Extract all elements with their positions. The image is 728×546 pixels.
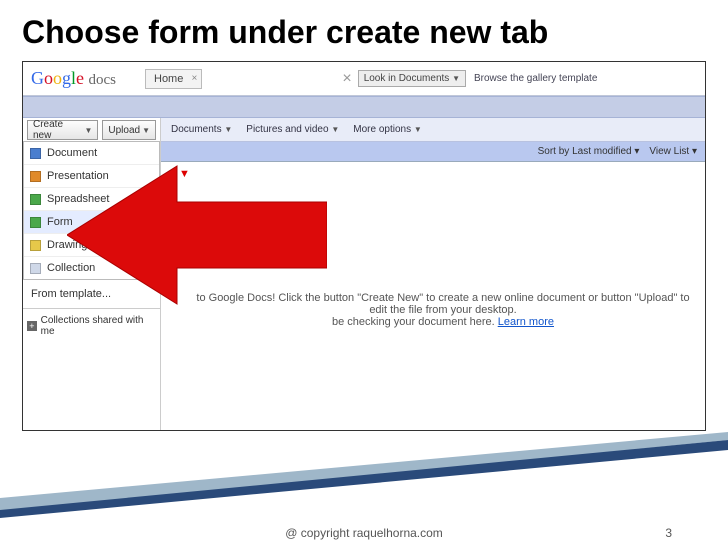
content-row: Document Presentation Spreadsheet Form D…: [23, 142, 705, 430]
learn-more-link[interactable]: Learn more: [498, 316, 554, 328]
menu-item-form[interactable]: Form: [24, 211, 159, 234]
page-number: 3: [665, 526, 672, 540]
filter-pictures[interactable]: Pictures and video ▼: [246, 124, 339, 135]
create-new-button[interactable]: Create new▼: [27, 120, 98, 140]
presentation-icon: [30, 171, 41, 182]
menu-item-document[interactable]: Document: [24, 142, 159, 165]
list-header-row: Sort by Last modified ▾ View List ▾: [161, 142, 705, 162]
slide-title: Choose form under create new tab: [0, 0, 728, 57]
look-in-documents-button[interactable]: Look in Documents ▼: [358, 70, 466, 87]
filter-documents[interactable]: Documents ▼: [171, 124, 232, 135]
search-area: × Look in Documents ▼ Browse the gallery…: [342, 70, 597, 88]
plus-icon: +: [27, 321, 37, 331]
sidebar: Document Presentation Spreadsheet Form D…: [23, 142, 161, 430]
google-docs-logo: Google docs: [23, 68, 145, 89]
welcome-line1: to Google Docs! Click the button "Create…: [191, 292, 695, 316]
welcome-text: to Google Docs! Click the button "Create…: [191, 292, 695, 328]
sort-by-control[interactable]: Sort by Last modified ▾: [538, 146, 640, 157]
view-list-control[interactable]: View List ▾: [649, 146, 697, 157]
app-header: Google docs Home × × Look in Documents ▼…: [23, 62, 705, 96]
menu-item-collection[interactable]: Collection: [24, 257, 159, 279]
welcome-line2: be checking your document here. Learn mo…: [191, 316, 695, 328]
form-icon: [30, 217, 41, 228]
toolbar-row: Create new▼ Upload▼ Documents ▼ Pictures…: [23, 118, 705, 142]
menu-item-spreadsheet[interactable]: Spreadsheet: [24, 188, 159, 211]
create-new-menu: Document Presentation Spreadsheet Form D…: [23, 141, 160, 280]
upload-button[interactable]: Upload▼: [102, 120, 156, 140]
spreadsheet-icon: [30, 194, 41, 205]
blue-bar: [23, 96, 705, 118]
decorative-swoosh: [0, 428, 728, 518]
screenshot-container: Google docs Home × × Look in Documents ▼…: [22, 61, 706, 431]
browse-gallery-link[interactable]: Browse the gallery template: [474, 73, 597, 84]
menu-item-from-template[interactable]: From template...: [23, 280, 160, 308]
slide-footer: @ copyright raquelhorna.com: [0, 526, 728, 540]
clear-icon[interactable]: ×: [342, 70, 351, 88]
filter-more[interactable]: More options ▼: [353, 124, 422, 135]
close-icon[interactable]: ×: [192, 72, 198, 86]
menu-item-drawing[interactable]: Drawing: [24, 234, 159, 257]
collections-shared[interactable]: + Collections shared with me: [23, 308, 160, 343]
left-toolbar: Create new▼ Upload▼: [23, 118, 161, 142]
document-icon: [30, 148, 41, 159]
menu-item-presentation[interactable]: Presentation: [24, 165, 159, 188]
filter-toolbar: Documents ▼ Pictures and video ▼ More op…: [161, 118, 705, 142]
collection-icon: [30, 263, 41, 274]
tab-home-label: Home: [154, 72, 183, 86]
dropdown-indicator: ▼: [179, 168, 190, 180]
main-panel: Sort by Last modified ▾ View List ▾ ▼ to…: [161, 142, 705, 430]
tab-home[interactable]: Home ×: [145, 69, 202, 89]
drawing-icon: [30, 240, 41, 251]
